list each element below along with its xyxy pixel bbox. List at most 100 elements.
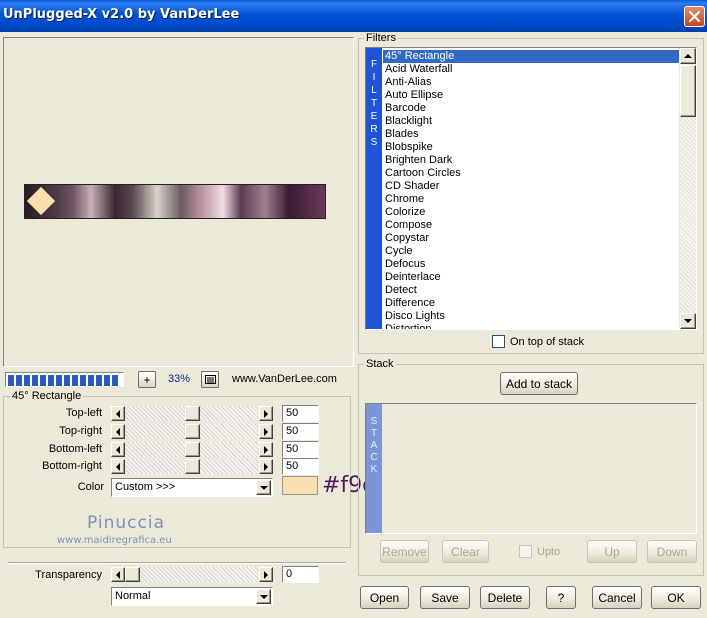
cancel-button[interactable]: Cancel (592, 586, 642, 609)
params-group-title: 45° Rectangle (10, 390, 84, 402)
stack-list[interactable]: STACK (365, 403, 697, 534)
band-letter: L (371, 85, 377, 96)
band-letter: C (370, 452, 378, 463)
chevron-down-icon[interactable] (256, 480, 271, 495)
transparency-slider-thumb[interactable] (125, 567, 140, 582)
scroll-down-icon[interactable] (680, 313, 696, 329)
remove-button[interactable]: Remove (380, 540, 429, 563)
param-slider-thumb[interactable] (185, 459, 200, 474)
filter-item[interactable]: Detect (383, 284, 417, 297)
filter-item[interactable]: Distortion (383, 323, 431, 329)
on-top-checkbox[interactable] (492, 335, 505, 348)
param-value[interactable]: 50 (282, 423, 319, 440)
clear-button[interactable]: Clear (442, 540, 489, 563)
zoom-in-button[interactable]: + (138, 371, 156, 388)
param-left-arrow[interactable] (111, 442, 125, 457)
transparency-left-arrow[interactable] (111, 567, 125, 582)
filter-item[interactable]: Barcode (383, 102, 426, 115)
param-slider-thumb[interactable] (185, 442, 200, 457)
close-icon (688, 10, 701, 23)
progress-bar (5, 372, 124, 387)
upto-checkbox[interactable] (519, 545, 532, 558)
filter-item[interactable]: CD Shader (383, 180, 439, 193)
progress-segment (112, 375, 118, 386)
param-value[interactable]: 50 (282, 441, 319, 458)
stack-group-title: Stack (364, 358, 396, 370)
zoom-fit-button[interactable] (201, 371, 219, 388)
param-value[interactable]: 50 (282, 458, 319, 475)
chevron-down-icon[interactable] (256, 589, 271, 604)
param-right-arrow[interactable] (259, 424, 273, 439)
band-letter: F (370, 59, 378, 70)
band-letter: A (370, 440, 378, 451)
open-button[interactable]: Open (360, 586, 409, 609)
down-button[interactable]: Down (647, 540, 697, 563)
param-slider[interactable] (125, 424, 259, 439)
close-button[interactable] (684, 6, 705, 27)
filter-item[interactable]: Chrome (383, 193, 424, 206)
param-slider[interactable] (125, 459, 259, 474)
scroll-thumb[interactable] (680, 65, 696, 117)
up-button[interactable]: Up (587, 540, 637, 563)
param-left-arrow[interactable] (111, 424, 125, 439)
stack-band: STACK (366, 404, 382, 533)
on-top-label: On top of stack (510, 336, 584, 348)
param-right-arrow[interactable] (259, 459, 273, 474)
blend-mode-select[interactable]: Normal (111, 587, 273, 606)
filter-item[interactable]: Compose (383, 219, 432, 232)
filter-item[interactable]: Anti-Alias (383, 76, 431, 89)
filter-item[interactable]: Cycle (383, 245, 413, 258)
transparency-right-arrow[interactable] (259, 567, 273, 582)
filter-item[interactable]: Disco Lights (383, 310, 445, 323)
filters-list[interactable]: FILTERS 45° Rectangle Acid Waterfall Anti-… (365, 47, 697, 330)
filter-item[interactable]: Difference (383, 297, 435, 310)
param-slider[interactable] (125, 406, 259, 421)
band-letter: S (370, 137, 378, 148)
filters-scrollbar[interactable] (679, 48, 696, 329)
filters-group-title: Filters (364, 32, 398, 44)
param-right-arrow[interactable] (259, 442, 273, 457)
color-select[interactable]: Custom >>> (111, 478, 273, 497)
delete-button[interactable]: Delete (480, 586, 530, 609)
param-label: Top-right (59, 425, 102, 437)
website-link[interactable]: www.VanDerLee.com (232, 373, 337, 385)
help-button[interactable]: ? (546, 586, 576, 609)
filter-item[interactable]: Copystar (383, 232, 429, 245)
scroll-up-icon[interactable] (680, 48, 696, 64)
filter-item[interactable]: Brighten Dark (383, 154, 452, 167)
window-title: UnPlugged-X v2.0 by VanDerLee (3, 7, 240, 22)
progress-segment (48, 375, 54, 386)
transparency-label: Transparency (35, 569, 102, 581)
progress-segment (40, 375, 46, 386)
filter-item[interactable]: Defocus (383, 258, 425, 271)
param-label: Bottom-right (42, 460, 102, 472)
param-slider-thumb[interactable] (185, 406, 200, 421)
param-left-arrow[interactable] (111, 406, 125, 421)
param-value[interactable]: 50 (282, 405, 319, 422)
param-left-arrow[interactable] (111, 459, 125, 474)
ok-button[interactable]: OK (651, 586, 701, 609)
filter-item[interactable]: Colorize (383, 206, 425, 219)
band-letter: E (370, 111, 378, 122)
filter-item[interactable]: Blobspike (383, 141, 433, 154)
progress-segment (104, 375, 110, 386)
save-button[interactable]: Save (420, 586, 470, 609)
blend-mode-value: Normal (115, 590, 151, 602)
color-swatch[interactable] (282, 476, 318, 495)
param-slider[interactable] (125, 442, 259, 457)
filter-item[interactable]: Deinterlace (383, 271, 441, 284)
filter-item[interactable]: 45° Rectangle (383, 50, 679, 63)
filter-item[interactable]: Cartoon Circles (383, 167, 461, 180)
filter-item[interactable]: Blades (383, 128, 419, 141)
add-to-stack-button[interactable]: Add to stack (500, 372, 578, 395)
filter-item[interactable]: Blacklight (383, 115, 432, 128)
filter-item[interactable]: Auto Ellipse (383, 89, 443, 102)
filter-item[interactable]: Acid Waterfall (383, 63, 452, 76)
divider (8, 562, 346, 564)
transparency-slider[interactable] (125, 567, 259, 582)
param-right-arrow[interactable] (259, 406, 273, 421)
transparency-value[interactable]: 0 (282, 566, 319, 583)
band-letter: R (370, 124, 378, 135)
progress-segment (96, 375, 102, 386)
param-slider-thumb[interactable] (185, 424, 200, 439)
